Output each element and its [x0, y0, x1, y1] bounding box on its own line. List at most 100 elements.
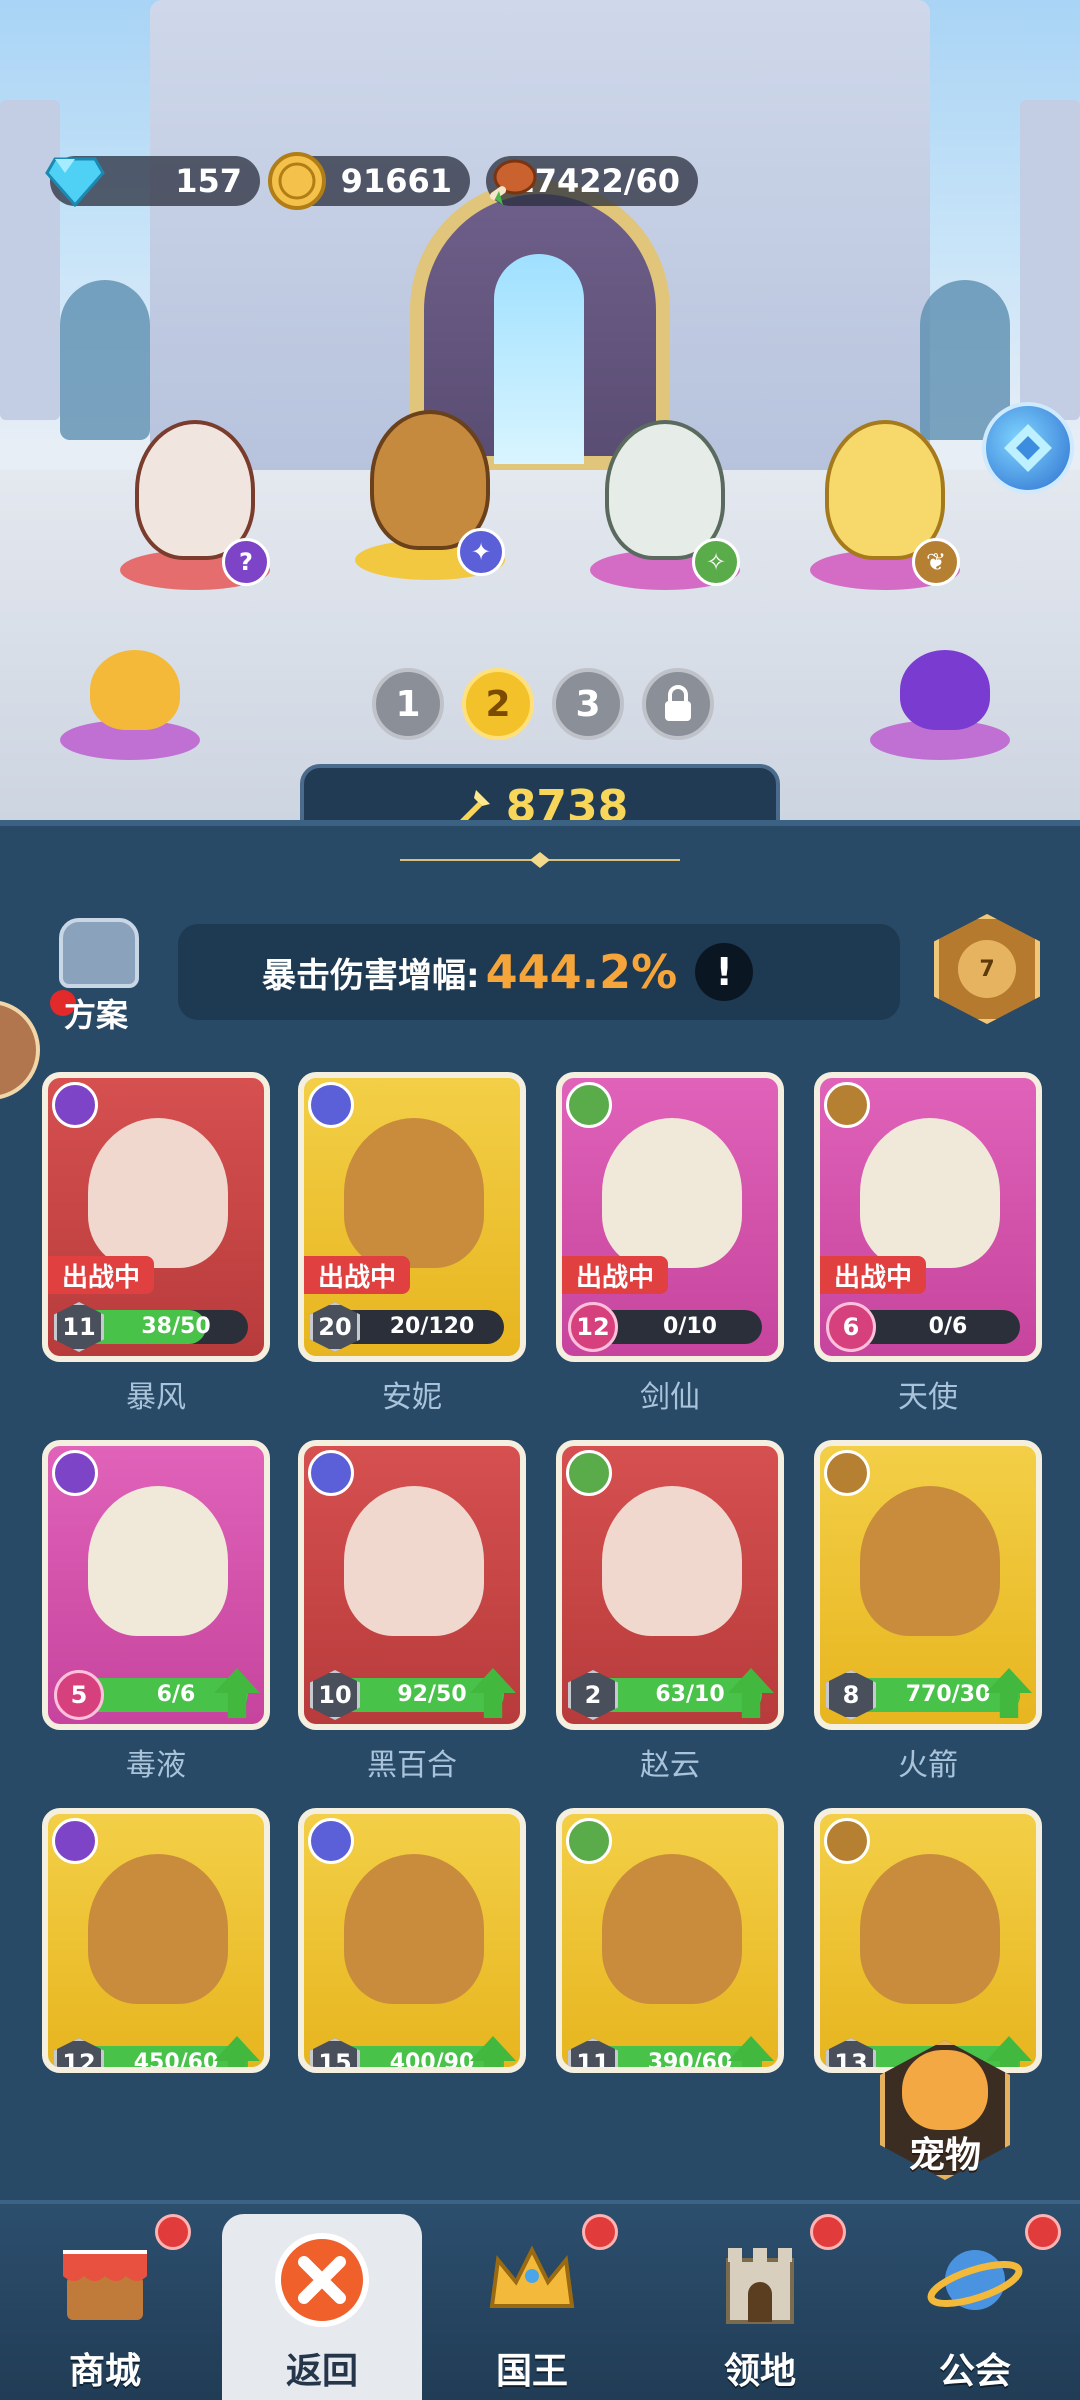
plan-button[interactable]: 方案: [50, 918, 144, 1034]
close-icon: [275, 2233, 369, 2327]
hero-name: 火箭: [898, 1748, 958, 1783]
hero-progress-bar: 6 0/6: [826, 1302, 1020, 1352]
hero-card[interactable]: 2 63/10: [556, 1440, 784, 1730]
nav-king-label: 国王: [495, 2351, 568, 2392]
stage-pet-left[interactable]: [60, 640, 210, 760]
upgrade-arrow-icon: [728, 2036, 774, 2067]
hero-card[interactable]: 8 770/30: [814, 1440, 1042, 1730]
hero-name: 安妮: [382, 1380, 442, 1415]
hero-card[interactable]: 出战中 12 0/10: [556, 1072, 784, 1362]
stage-hero-2[interactable]: ✦: [345, 410, 515, 580]
stage-hero-3[interactable]: ✧: [580, 420, 750, 590]
notification-dot: [810, 2214, 846, 2250]
formation-page-2[interactable]: 2: [462, 668, 534, 740]
hero-shard-count: 20/120: [389, 1314, 475, 1339]
hero-progress-bar: 2 63/10: [568, 1670, 762, 1720]
class-mage-icon: ?: [222, 538, 270, 586]
hero-portrait: [344, 1854, 484, 2004]
nav-king[interactable]: 国王: [432, 2214, 632, 2400]
shop-stall-icon: [63, 2250, 147, 2320]
notification-dot: [155, 2214, 191, 2250]
gold-counter[interactable]: 91661: [268, 152, 470, 210]
class-icon: [308, 1082, 354, 1128]
hero-card[interactable]: 15 400/90: [298, 1808, 526, 2073]
stage-hero-1[interactable]: ?: [110, 420, 280, 590]
plan-label: 方案: [64, 996, 129, 1034]
divider-ornament: [400, 852, 680, 868]
hero-level: 12: [568, 1302, 618, 1352]
formation-page-locked[interactable]: [642, 668, 714, 740]
stage-pet-right[interactable]: [870, 640, 1020, 760]
class-icon: [52, 1450, 98, 1496]
hero-portrait: [860, 1118, 1000, 1268]
hero-shard-count: 0/6: [928, 1314, 968, 1339]
upgrade-arrow-icon: [470, 2036, 516, 2067]
hero-card[interactable]: 出战中 11 38/50: [42, 1072, 270, 1362]
meat-icon: [478, 148, 544, 214]
hero-shard-count: 38/50: [141, 1314, 211, 1339]
paw-icon: ✦: [457, 528, 505, 576]
hero-progress-bar: 5 6/6: [54, 1670, 248, 1720]
gem-counter[interactable]: 157: [45, 156, 260, 207]
hero-progress-bar: 8 770/30: [826, 1670, 1020, 1720]
info-button[interactable]: !: [695, 943, 754, 1001]
class-icon: [308, 1818, 354, 1864]
hero-portrait: [860, 1854, 1000, 2004]
hero-name: 天使: [898, 1380, 958, 1415]
hero-portrait: [344, 1486, 484, 1636]
hero-level: 20: [310, 1302, 360, 1352]
stamina-counter[interactable]: 17422/60: [486, 156, 698, 206]
stage-hero-4[interactable]: ❦: [800, 420, 970, 590]
class-icon: [824, 1818, 870, 1864]
lock-icon: [665, 685, 691, 721]
nav-territory[interactable]: 领地: [660, 2214, 860, 2400]
castle-building: [150, 0, 930, 470]
nav-shop[interactable]: 商城: [5, 2214, 205, 2400]
gold-value: 91661: [340, 162, 452, 200]
formation-page-3[interactable]: 3: [552, 668, 624, 740]
deployed-tag: 出战中: [562, 1256, 669, 1294]
rank-value: 7: [958, 940, 1016, 998]
deployed-tag: 出战中: [48, 1256, 155, 1294]
hero-portrait: [88, 1118, 228, 1268]
hero-progress-bar: 10 92/50: [310, 1670, 504, 1720]
hero-portrait: [88, 1854, 228, 2004]
hero-level: 12: [54, 2038, 104, 2067]
crit-bonus-label: 暴击伤害增幅:: [262, 955, 480, 996]
hero-card[interactable]: 13: [814, 1808, 1042, 2073]
hero-portrait: [602, 1854, 742, 2004]
hero-portrait: [602, 1118, 742, 1268]
hero-level: 6: [826, 1302, 876, 1352]
formation-page-1[interactable]: 1: [372, 668, 444, 740]
hero-name: 毒液: [126, 1748, 186, 1783]
nav-guild[interactable]: 公会: [875, 2214, 1075, 2400]
hero-card[interactable]: 5 6/6: [42, 1440, 270, 1730]
hero-card[interactable]: 10 92/50: [298, 1440, 526, 1730]
crown-icon: [489, 2245, 575, 2308]
nav-back-label: 返回: [285, 2351, 358, 2392]
hero-card[interactable]: 出战中 20 20/120: [298, 1072, 526, 1362]
diamond-icon: [42, 148, 108, 214]
hero-card[interactable]: 11 390/60: [556, 1808, 784, 2073]
hero-portrait: [860, 1486, 1000, 1636]
diamond-pattern-icon: [1004, 424, 1052, 472]
nav-shop-label: 商城: [68, 2351, 141, 2392]
wings-icon: ❦: [912, 538, 960, 586]
formation-pager: 1 2 3: [372, 668, 714, 740]
class-icon: [824, 1082, 870, 1128]
hero-level: 15: [310, 2038, 360, 2067]
upgrade-arrow-icon: [214, 2036, 260, 2067]
deployed-tag: 出战中: [820, 1256, 927, 1294]
notification-dot: [582, 2214, 618, 2250]
hero-card[interactable]: 12 450/60: [42, 1808, 270, 2073]
planet-icon: [927, 2250, 1023, 2310]
nav-back[interactable]: 返回: [222, 2214, 422, 2400]
hero-name: 黑百合: [367, 1748, 457, 1783]
hero-portrait: [344, 1118, 484, 1268]
hero-portrait: [602, 1486, 742, 1636]
skill-gem-button[interactable]: [982, 402, 1074, 494]
nav-territory-label: 领地: [723, 2351, 796, 2392]
hero-level: 13: [826, 2038, 876, 2067]
castle-tower-right: [1020, 100, 1080, 420]
hero-card[interactable]: 出战中 6 0/6: [814, 1072, 1042, 1362]
